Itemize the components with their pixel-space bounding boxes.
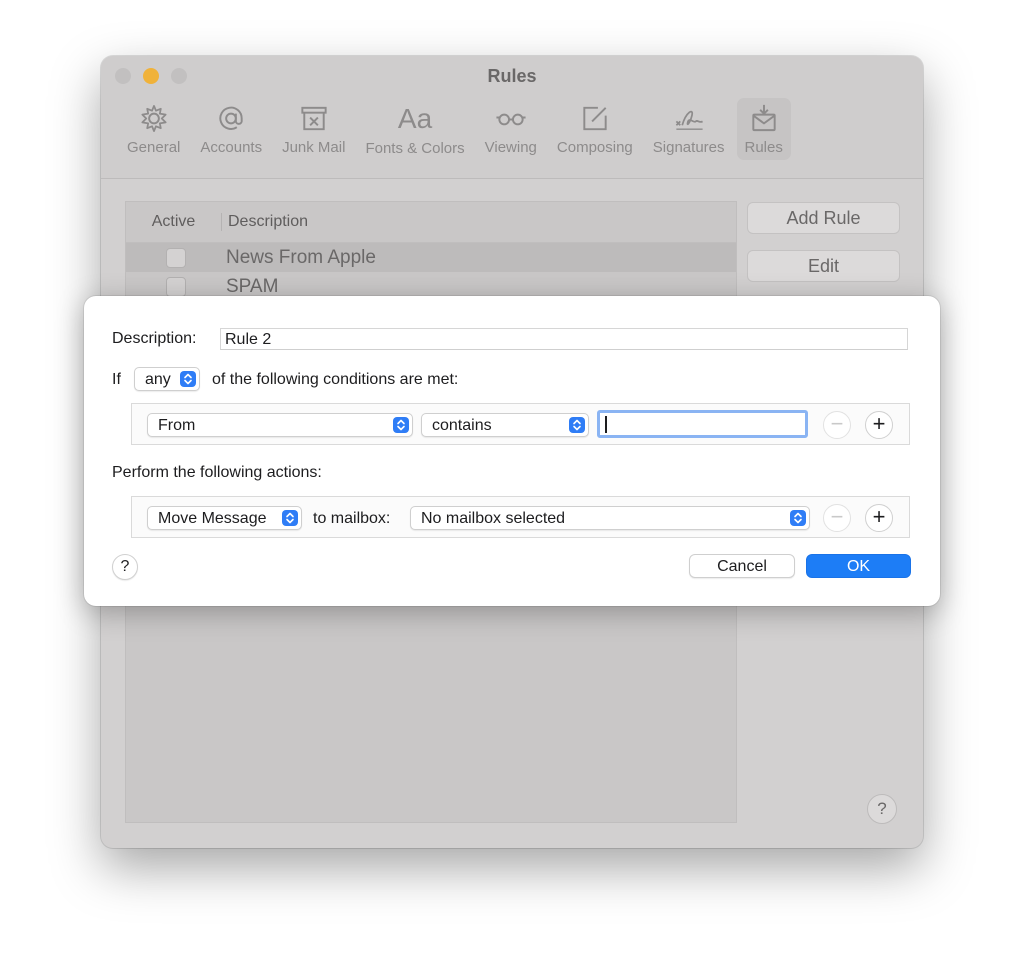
conditions-label: of the following conditions are met: xyxy=(212,371,459,388)
tab-accounts-label: Accounts xyxy=(200,139,263,156)
text-cursor xyxy=(605,416,607,433)
tab-general-label: General xyxy=(127,139,181,156)
tab-fonts-colors[interactable]: Aa Fonts & Colors xyxy=(357,98,472,160)
tab-rules[interactable]: Rules xyxy=(736,98,791,160)
gear-icon xyxy=(141,105,167,132)
tab-fonts-colors-label: Fonts & Colors xyxy=(365,140,465,157)
description-label: Description: xyxy=(112,330,197,347)
junk-mail-icon xyxy=(301,106,327,131)
signature-icon xyxy=(675,110,703,130)
rule-active-checkbox[interactable] xyxy=(166,247,186,268)
tab-junk-mail-label: Junk Mail xyxy=(282,139,346,156)
mailbox-popup-value: No mailbox selected xyxy=(421,510,566,527)
remove-condition-button[interactable]: − xyxy=(823,411,851,439)
window-title: Rules xyxy=(487,66,537,86)
cancel-button[interactable]: Cancel xyxy=(689,554,795,578)
sheet-help-button[interactable]: ? xyxy=(112,554,138,580)
tab-junk-mail[interactable]: Junk Mail xyxy=(274,98,353,160)
tab-signatures-label: Signatures xyxy=(652,139,725,156)
condition-value-input[interactable] xyxy=(597,410,808,438)
glasses-icon xyxy=(496,113,526,126)
tab-composing-label: Composing xyxy=(556,139,633,156)
title-bar: Rules General Accounts Junk Mail Aa Font… xyxy=(101,56,923,179)
ok-button[interactable]: OK xyxy=(806,554,911,578)
tab-rules-label: Rules xyxy=(744,139,783,156)
match-popup-value: any xyxy=(145,371,171,388)
rule-editor-sheet: Description: Rule 2 If any of the follow… xyxy=(84,296,940,606)
table-header: Active Description xyxy=(126,202,736,243)
condition-field-popup[interactable]: From xyxy=(147,413,413,437)
column-header-active[interactable]: Active xyxy=(126,213,222,231)
tab-viewing[interactable]: Viewing xyxy=(477,98,545,160)
rule-description: News From Apple xyxy=(226,246,376,268)
rule-description: SPAM xyxy=(226,275,279,297)
preferences-toolbar: General Accounts Junk Mail Aa Fonts & Co… xyxy=(119,98,795,160)
mailbox-popup[interactable]: No mailbox selected xyxy=(410,506,810,530)
to-mailbox-label: to mailbox: xyxy=(313,510,391,527)
description-field[interactable]: Rule 2 xyxy=(220,328,908,350)
remove-action-button[interactable]: − xyxy=(823,504,851,532)
condition-field-value: From xyxy=(158,417,196,434)
table-row[interactable]: News From Apple xyxy=(126,243,736,272)
column-header-description[interactable]: Description xyxy=(222,213,736,231)
rule-active-checkbox[interactable] xyxy=(166,276,186,297)
tab-general[interactable]: General xyxy=(119,98,188,160)
action-type-value: Move Message xyxy=(158,510,267,527)
window-help-button[interactable]: ? xyxy=(867,794,897,824)
compose-icon xyxy=(583,106,607,131)
popup-stepper-icon xyxy=(569,417,585,433)
fonts-icon: Aa xyxy=(397,103,433,134)
popup-stepper-icon xyxy=(790,510,806,526)
tab-accounts[interactable]: Accounts xyxy=(192,98,270,160)
match-popup[interactable]: any xyxy=(134,367,200,391)
popup-stepper-icon xyxy=(393,417,409,433)
at-sign-icon xyxy=(219,106,243,130)
tab-viewing-label: Viewing xyxy=(484,139,537,156)
rules-envelope-icon xyxy=(752,104,776,132)
tab-signatures[interactable]: Signatures xyxy=(645,98,733,160)
action-type-popup[interactable]: Move Message xyxy=(147,506,302,530)
tab-composing[interactable]: Composing xyxy=(549,98,641,160)
popup-stepper-icon xyxy=(180,371,196,387)
add-condition-button[interactable]: + xyxy=(865,411,893,439)
actions-label: Perform the following actions: xyxy=(112,464,322,481)
add-action-button[interactable]: + xyxy=(865,504,893,532)
condition-operator-popup[interactable]: contains xyxy=(421,413,589,437)
add-rule-button[interactable]: Add Rule xyxy=(747,202,900,234)
popup-stepper-icon xyxy=(282,510,298,526)
edit-rule-button[interactable]: Edit xyxy=(747,250,900,282)
if-label: If xyxy=(112,371,121,388)
condition-operator-value: contains xyxy=(432,417,492,434)
